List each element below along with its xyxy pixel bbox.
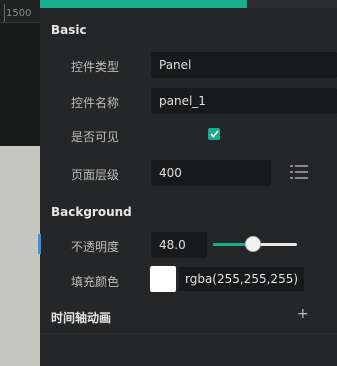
ruler-tick — [4, 4, 5, 22]
section-timeline: 时间轴动画 — [51, 311, 112, 325]
divider — [40, 333, 337, 334]
properties-panel: Basic 控件类型 Panel 控件名称 panel_1 是否可见 页面层级 … — [38, 0, 337, 366]
active-tab-indicator[interactable] — [40, 0, 247, 8]
inactive-tab[interactable] — [247, 0, 337, 8]
label-control-type: 控件类型 — [71, 60, 120, 74]
control-name-field[interactable]: panel_1 — [151, 88, 337, 114]
visible-checkbox[interactable] — [208, 128, 220, 140]
plus-icon[interactable]: + — [297, 306, 309, 322]
canvas-area[interactable]: 1500 — [0, 0, 40, 366]
label-fill-color: 填充颜色 — [71, 275, 120, 289]
list-icon[interactable] — [290, 164, 308, 180]
layer-field[interactable]: 400 — [151, 160, 271, 186]
canvas-dark-region — [0, 23, 40, 146]
label-opacity: 不透明度 — [71, 240, 120, 254]
ruler-label: 1500 — [6, 8, 32, 19]
fill-color-value[interactable]: rgba(255,255,255) — [179, 267, 305, 291]
opacity-slider[interactable] — [213, 236, 297, 252]
opacity-slider-thumb[interactable] — [245, 236, 262, 252]
fill-color-swatch[interactable] — [150, 266, 176, 292]
label-layer: 页面层级 — [71, 168, 120, 182]
opacity-input[interactable]: 48.0 — [151, 232, 207, 258]
check-icon — [209, 130, 219, 138]
section-background: Background — [51, 205, 132, 219]
label-control-name: 控件名称 — [71, 96, 120, 110]
active-row-marker — [38, 234, 41, 254]
ruler: 1500 — [0, 0, 40, 23]
section-basic: Basic — [51, 23, 87, 37]
canvas-panel-preview[interactable] — [0, 146, 40, 366]
control-type-field[interactable]: Panel — [151, 52, 337, 78]
label-visible: 是否可见 — [71, 130, 120, 144]
